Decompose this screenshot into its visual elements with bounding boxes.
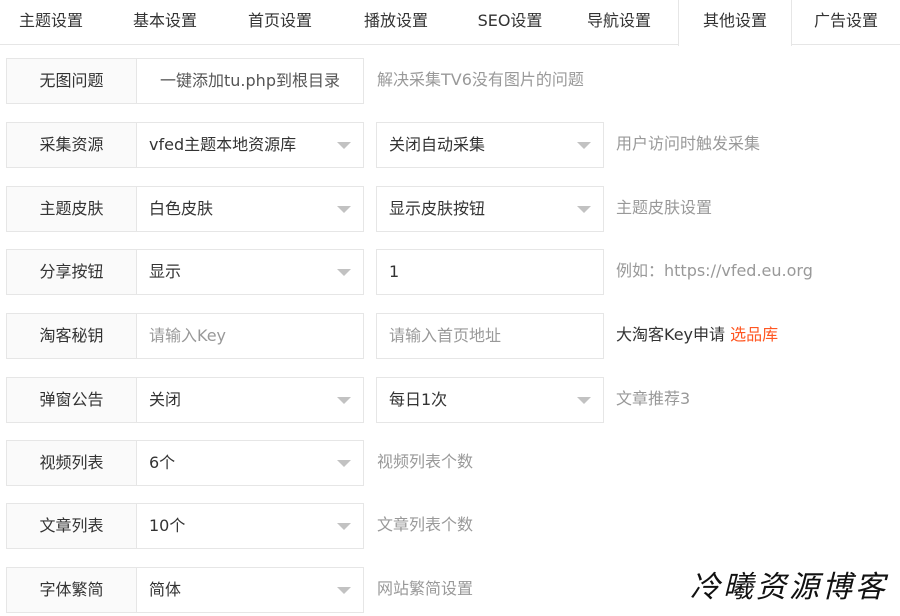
chevron-down-icon bbox=[337, 269, 351, 276]
row-hint: 解决采集TV6没有图片的问题 bbox=[377, 70, 584, 89]
row-label: 淘客秘钥 bbox=[6, 313, 137, 359]
tab-play-settings[interactable]: 播放设置 bbox=[332, 0, 460, 45]
auto-collect-select[interactable]: 关闭自动采集 bbox=[376, 122, 604, 168]
row-label: 无图问题 bbox=[6, 58, 137, 104]
font-variant-select[interactable]: 简体 bbox=[136, 567, 364, 613]
watermark: 冷曦资源博客 bbox=[690, 570, 888, 605]
video-list-count-select[interactable]: 6个 bbox=[136, 440, 364, 486]
add-tu-php-button[interactable]: 一键添加tu.php到根目录 bbox=[136, 58, 364, 104]
row-hint: 主题皮肤设置 bbox=[616, 198, 713, 217]
chevron-down-icon bbox=[337, 397, 351, 404]
select-value: 6个 bbox=[149, 453, 176, 472]
chevron-down-icon bbox=[337, 523, 351, 530]
popup-frequency-select[interactable]: 每日1次 bbox=[376, 377, 604, 423]
popup-select[interactable]: 关闭 bbox=[136, 377, 364, 423]
select-value: 每日1次 bbox=[389, 390, 448, 409]
select-value: 显示皮肤按钮 bbox=[389, 199, 486, 218]
share-select[interactable]: 显示 bbox=[136, 249, 364, 295]
skin-button-select[interactable]: 显示皮肤按钮 bbox=[376, 186, 604, 232]
row-hint: 网站繁简设置 bbox=[377, 579, 474, 598]
settings-tab-bar: 主题设置 基本设置 首页设置 播放设置 SEO设置 导航设置 其他设置 广告设置 bbox=[0, 0, 900, 46]
select-value: 显示 bbox=[149, 262, 182, 281]
article-list-count-select[interactable]: 10个 bbox=[136, 503, 364, 549]
chevron-down-icon bbox=[577, 142, 591, 149]
chevron-down-icon bbox=[337, 142, 351, 149]
product-library-link[interactable]: 选品库 bbox=[730, 325, 778, 344]
row-hint: 大淘客Key申请 选品库 bbox=[616, 313, 778, 359]
share-value-input[interactable]: 1 bbox=[376, 249, 604, 295]
tab-basic-settings[interactable]: 基本设置 bbox=[102, 0, 228, 45]
row-label: 主题皮肤 bbox=[6, 186, 137, 232]
select-value: 关闭自动采集 bbox=[389, 135, 486, 154]
skin-select[interactable]: 白色皮肤 bbox=[136, 186, 364, 232]
collect-source-select[interactable]: vfed主题本地资源库 bbox=[136, 122, 364, 168]
homepage-url-input[interactable]: 请输入首页地址 bbox=[376, 313, 604, 359]
select-value: 10个 bbox=[149, 516, 186, 535]
tab-home-settings[interactable]: 首页设置 bbox=[228, 0, 332, 45]
row-label: 采集资源 bbox=[6, 122, 137, 168]
select-value: vfed主题本地资源库 bbox=[149, 135, 297, 154]
row-label: 分享按钮 bbox=[6, 249, 137, 295]
chevron-down-icon bbox=[337, 460, 351, 467]
select-value: 简体 bbox=[149, 580, 182, 599]
row-label: 文章列表 bbox=[6, 503, 137, 549]
taoke-key-apply-text: 大淘客Key申请 bbox=[616, 325, 726, 344]
row-label: 字体繁简 bbox=[6, 567, 137, 613]
chevron-down-icon bbox=[337, 206, 351, 213]
row-hint: 用户访问时触发采集 bbox=[616, 134, 761, 153]
row-hint: 例如：https://vfed.eu.org bbox=[616, 261, 813, 280]
tab-nav-settings[interactable]: 导航设置 bbox=[560, 0, 678, 45]
select-value: 关闭 bbox=[149, 390, 182, 409]
row-hint: 文章推荐3 bbox=[616, 389, 691, 408]
taoke-key-input[interactable]: 请输入Key bbox=[136, 313, 364, 359]
chevron-down-icon bbox=[577, 206, 591, 213]
select-value: 白色皮肤 bbox=[149, 199, 214, 218]
tab-other-settings[interactable]: 其他设置 bbox=[678, 0, 792, 46]
tab-theme-settings[interactable]: 主题设置 bbox=[0, 0, 102, 45]
tab-seo-settings[interactable]: SEO设置 bbox=[460, 0, 560, 45]
tab-ad-settings[interactable]: 广告设置 bbox=[792, 0, 900, 45]
row-label: 视频列表 bbox=[6, 440, 137, 486]
row-hint: 文章列表个数 bbox=[377, 515, 474, 534]
chevron-down-icon bbox=[577, 397, 591, 404]
chevron-down-icon bbox=[337, 587, 351, 594]
row-hint: 视频列表个数 bbox=[377, 452, 474, 471]
row-label: 弹窗公告 bbox=[6, 377, 137, 423]
